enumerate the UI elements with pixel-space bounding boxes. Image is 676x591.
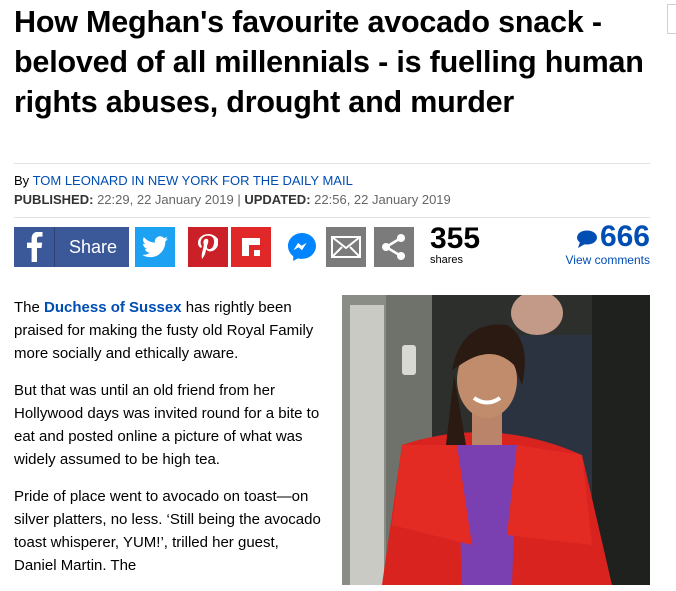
article-dates: PUBLISHED: 22:29, 22 January 2019 | UPDA… xyxy=(14,192,451,207)
messenger-share-button[interactable] xyxy=(282,227,322,267)
byline-prefix: By xyxy=(14,173,30,188)
date-separator: | xyxy=(237,192,241,207)
updated-label: UPDATED: xyxy=(244,192,311,207)
share-count: 355 shares xyxy=(430,222,481,267)
photo-illustration xyxy=(342,295,650,585)
share-count-label: shares xyxy=(430,254,464,266)
divider xyxy=(14,217,650,218)
flipboard-icon xyxy=(242,238,260,256)
published-date: 22:29, 22 January 2019 xyxy=(97,192,234,207)
comments-count[interactable]: 666 xyxy=(600,220,650,253)
twitter-share-button[interactable] xyxy=(135,227,175,267)
article-body: The Duchess of Sussex has rightly been p… xyxy=(14,296,324,591)
updated-date: 22:56, 22 January 2019 xyxy=(314,192,451,207)
email-share-button[interactable] xyxy=(326,227,366,267)
share-count-number: 355 xyxy=(430,222,481,255)
article-headline: How Meghan's favourite avocado snack - b… xyxy=(14,5,644,119)
author-link[interactable]: Tom Leonard in New York for the Daily Ma… xyxy=(33,173,353,188)
share-bar: Share 355 shares 666 View comments xyxy=(14,221,654,269)
comments-link[interactable]: 666 View comments xyxy=(566,220,650,268)
pinterest-icon xyxy=(198,234,218,259)
paragraph-text: The xyxy=(14,299,40,316)
paragraph: The Duchess of Sussex has rightly been p… xyxy=(14,296,324,365)
facebook-icon xyxy=(14,227,55,267)
flipboard-share-button[interactable] xyxy=(231,227,271,267)
byline: By Tom Leonard in New York for the Daily… xyxy=(14,173,353,188)
pinterest-share-button[interactable] xyxy=(188,227,228,267)
view-comments-link[interactable]: View comments xyxy=(566,253,650,267)
messenger-icon xyxy=(288,233,316,261)
article-photo[interactable] xyxy=(342,295,650,585)
share-icon xyxy=(382,234,405,260)
paragraph: Pride of place went to avocado on toast—… xyxy=(14,488,321,574)
facebook-share-button[interactable]: Share xyxy=(14,227,129,267)
email-icon xyxy=(331,236,361,258)
more-share-button[interactable] xyxy=(374,227,414,267)
side-panel-edge xyxy=(667,4,676,34)
duchess-of-sussex-link[interactable]: Duchess of Sussex xyxy=(44,299,182,316)
paragraph: But that was until an old friend from he… xyxy=(14,382,320,468)
comment-bubble-icon xyxy=(576,230,598,253)
published-label: PUBLISHED: xyxy=(14,192,94,207)
divider xyxy=(14,163,650,164)
twitter-icon xyxy=(142,236,168,258)
facebook-share-label: Share xyxy=(69,236,118,257)
